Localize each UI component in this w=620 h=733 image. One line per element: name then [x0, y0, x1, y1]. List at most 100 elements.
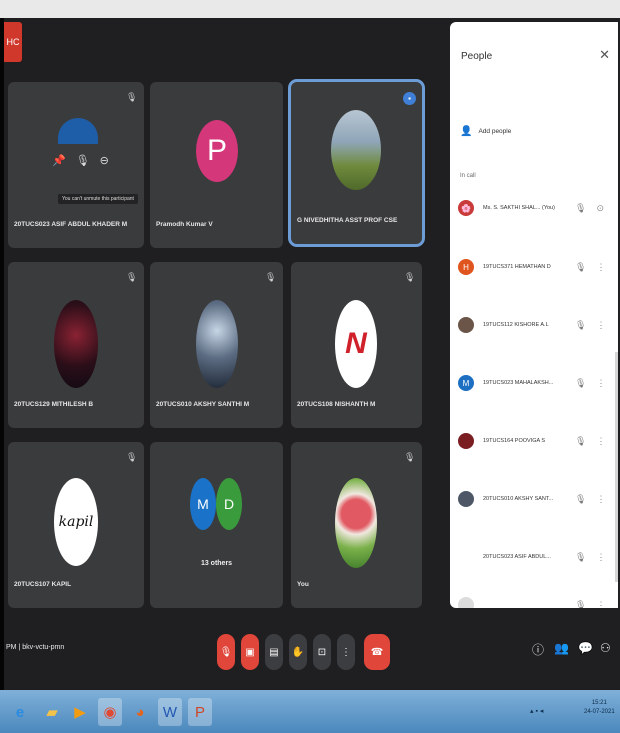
taskbar [0, 690, 620, 733]
more-options-icon[interactable]: ⋮ [596, 552, 605, 563]
participant-avatar: M [458, 375, 474, 391]
raise-hand-button[interactable]: ✋ [289, 634, 307, 670]
clock-time: 15:21 [591, 700, 607, 706]
avatar [331, 110, 381, 190]
participant-row[interactable]: 20TUCS010 AKSHY SANT... 🎙 ⋮ [458, 484, 616, 514]
mic-off-icon: 🎙 [126, 272, 138, 282]
meeting-info: PM | bkv-vctu-pmn [6, 644, 64, 651]
more-options-icon[interactable]: ⋮ [596, 378, 605, 389]
avatar [54, 300, 98, 388]
participant-name: 19TUCS112 KISHORE A.L [483, 322, 549, 328]
participant-name: 20TUCS010 AKSHY SANTHI M [156, 401, 250, 408]
participant-name: 19TUCS164 POOVIGA S [483, 438, 546, 444]
participant-row[interactable]: 🎙 ⋮ [458, 590, 616, 608]
mic-off-icon: 🎙 [575, 599, 587, 609]
add-person-icon: 👤 [460, 126, 473, 137]
participant-row[interactable]: 19TUCS112 KISHORE A.L 🎙 ⋮ [458, 310, 616, 340]
camera-toggle-button[interactable]: ▣ [241, 634, 259, 670]
more-options-button[interactable]: ⋮ [337, 634, 355, 670]
activities-icon[interactable]: ⚇ [600, 641, 611, 655]
present-button[interactable]: ⊡ [313, 634, 331, 670]
mic-off-icon: 🎙 [575, 435, 587, 446]
participant-avatar [458, 317, 474, 333]
mic-off-icon: 🎙 [575, 261, 587, 272]
screen-top-edge [0, 0, 620, 18]
participant-row[interactable]: 20TUCS023 ASIF ABDUL... 🎙 ⋮ [458, 542, 616, 572]
participant-avatar [458, 433, 474, 449]
participant-avatar [458, 491, 474, 507]
video-tile-you[interactable]: 🎙 You [291, 442, 422, 608]
video-tile-akshy[interactable]: 🎙 20TUCS010 AKSHY SANTHI M [150, 262, 283, 428]
video-tile-asif[interactable]: 🎙 📌 🎙 ⊖ You can't unmute this participan… [8, 82, 144, 248]
firefox-icon[interactable]: ◕ [128, 698, 152, 726]
panel-title: People [461, 51, 493, 62]
more-options-icon[interactable]: ⋮ [596, 262, 605, 273]
participant-avatar [458, 549, 474, 565]
avatar: kapil [54, 478, 98, 566]
tile-hover-controls[interactable]: 📌 🎙 ⊖ [52, 154, 109, 167]
participant-name: G NIVEDHITHA ASST PROF CSE [297, 217, 398, 224]
video-tile-mithilesh[interactable]: 🎙 20TUCS129 MITHILESH B [8, 262, 144, 428]
mic-toggle-button[interactable]: 🎙 [217, 634, 235, 670]
more-options-icon[interactable]: ⋮ [596, 600, 605, 609]
scrollbar[interactable] [615, 352, 618, 582]
more-options-icon[interactable]: ⋮ [596, 494, 605, 505]
exit-button[interactable]: HC [4, 22, 22, 62]
meeting-code: bkv-vctu-pmn [22, 644, 65, 651]
video-tile-others[interactable]: M D 13 others [150, 442, 283, 608]
participant-row[interactable]: 🌸 Ms. S. SAKTHI SHAL... (You) 🎙 ⊙ [458, 193, 616, 223]
word-icon[interactable]: W [158, 698, 182, 726]
captions-button[interactable]: ▤ [265, 634, 283, 670]
avatar-d: D [216, 478, 242, 530]
meet-window: HC 🎙 📌 🎙 ⊖ You can't unmute this partici… [0, 0, 620, 733]
mic-off-icon: 🎙 [404, 272, 416, 282]
participant-name: 20TUCS108 NISHANTH M [297, 401, 376, 408]
participant-name: 19TUCS023 MAHALAKSH... [483, 380, 554, 386]
participant-avatar [458, 597, 474, 608]
folder-icon[interactable]: ▰ [40, 698, 64, 726]
people-panel: People ✕ 👤 Add people In call 🌸 Ms. S. S… [450, 22, 618, 608]
mute-icon[interactable]: 🎙 [76, 154, 90, 167]
mic-off-icon: 🎙 [575, 319, 587, 330]
tray-icons[interactable]: ▴ ▪ ◂ [530, 707, 543, 715]
add-people-button[interactable]: 👤 Add people [460, 126, 511, 137]
ie-icon[interactable]: e [8, 698, 32, 726]
clock-date: 24-07-2021 [584, 709, 615, 715]
video-tile-nishanth[interactable]: 🎙 N 20TUCS108 NISHANTH M [291, 262, 422, 428]
remove-icon[interactable]: ⊖ [100, 154, 109, 167]
video-tile-pramodh[interactable]: P Pramodh Kumar V [150, 82, 283, 248]
video-tile-nivedhitha[interactable]: ▪ G NIVEDHITHA ASST PROF CSE [288, 79, 425, 247]
participant-name: 20TUCS023 ASIF ABDUL KHADER M [14, 221, 128, 228]
participant-name: 20TUCS010 AKSHY SANT... [483, 496, 554, 502]
avatar [58, 118, 98, 144]
info-icon[interactable]: ⓘ [532, 641, 544, 658]
chrome-icon[interactable]: ◉ [98, 698, 122, 726]
mic-off-icon: 🎙 [126, 452, 138, 462]
add-people-label: Add people [478, 128, 512, 135]
mic-off-icon: 🎙 [575, 202, 587, 213]
more-options-icon[interactable]: ⋮ [596, 320, 605, 331]
participant-row[interactable]: 19TUCS164 POOVIGA S 🎙 ⋮ [458, 426, 616, 456]
mic-off-icon: 🎙 [575, 551, 587, 562]
pin-icon[interactable]: 📌 [52, 154, 66, 167]
mic-off-icon: 🎙 [404, 452, 416, 462]
participant-name: Pramodh Kumar V [156, 221, 213, 228]
pin-icon[interactable]: ⊙ [596, 203, 604, 214]
pinned-icon[interactable]: ▪ [403, 92, 416, 105]
avatar [196, 300, 238, 388]
leave-call-button[interactable]: ☎ [364, 634, 390, 670]
presentation-icon[interactable]: P [188, 698, 212, 726]
participant-row[interactable]: H 19TUCS371 HEMATHAN D 🎙 ⋮ [458, 252, 616, 282]
system-clock[interactable]: 15:21 24-07-2021 [584, 699, 615, 717]
close-icon[interactable]: ✕ [599, 47, 610, 63]
participant-row[interactable]: M 19TUCS023 MAHALAKSH... 🎙 ⋮ [458, 368, 616, 398]
participant-name: You [297, 581, 309, 588]
more-options-icon[interactable]: ⋮ [596, 436, 605, 447]
media-player-icon[interactable]: ▶ [68, 698, 92, 726]
video-tile-kapil[interactable]: 🎙 kapil 20TUCS107 KAPIL [8, 442, 144, 608]
chat-icon[interactable]: 💬 [578, 641, 593, 655]
others-count: 13 others [200, 560, 233, 567]
mic-off-icon: 🎙 [575, 493, 587, 504]
screen-left-edge [0, 18, 4, 690]
people-icon[interactable]: 👥 [554, 641, 569, 655]
